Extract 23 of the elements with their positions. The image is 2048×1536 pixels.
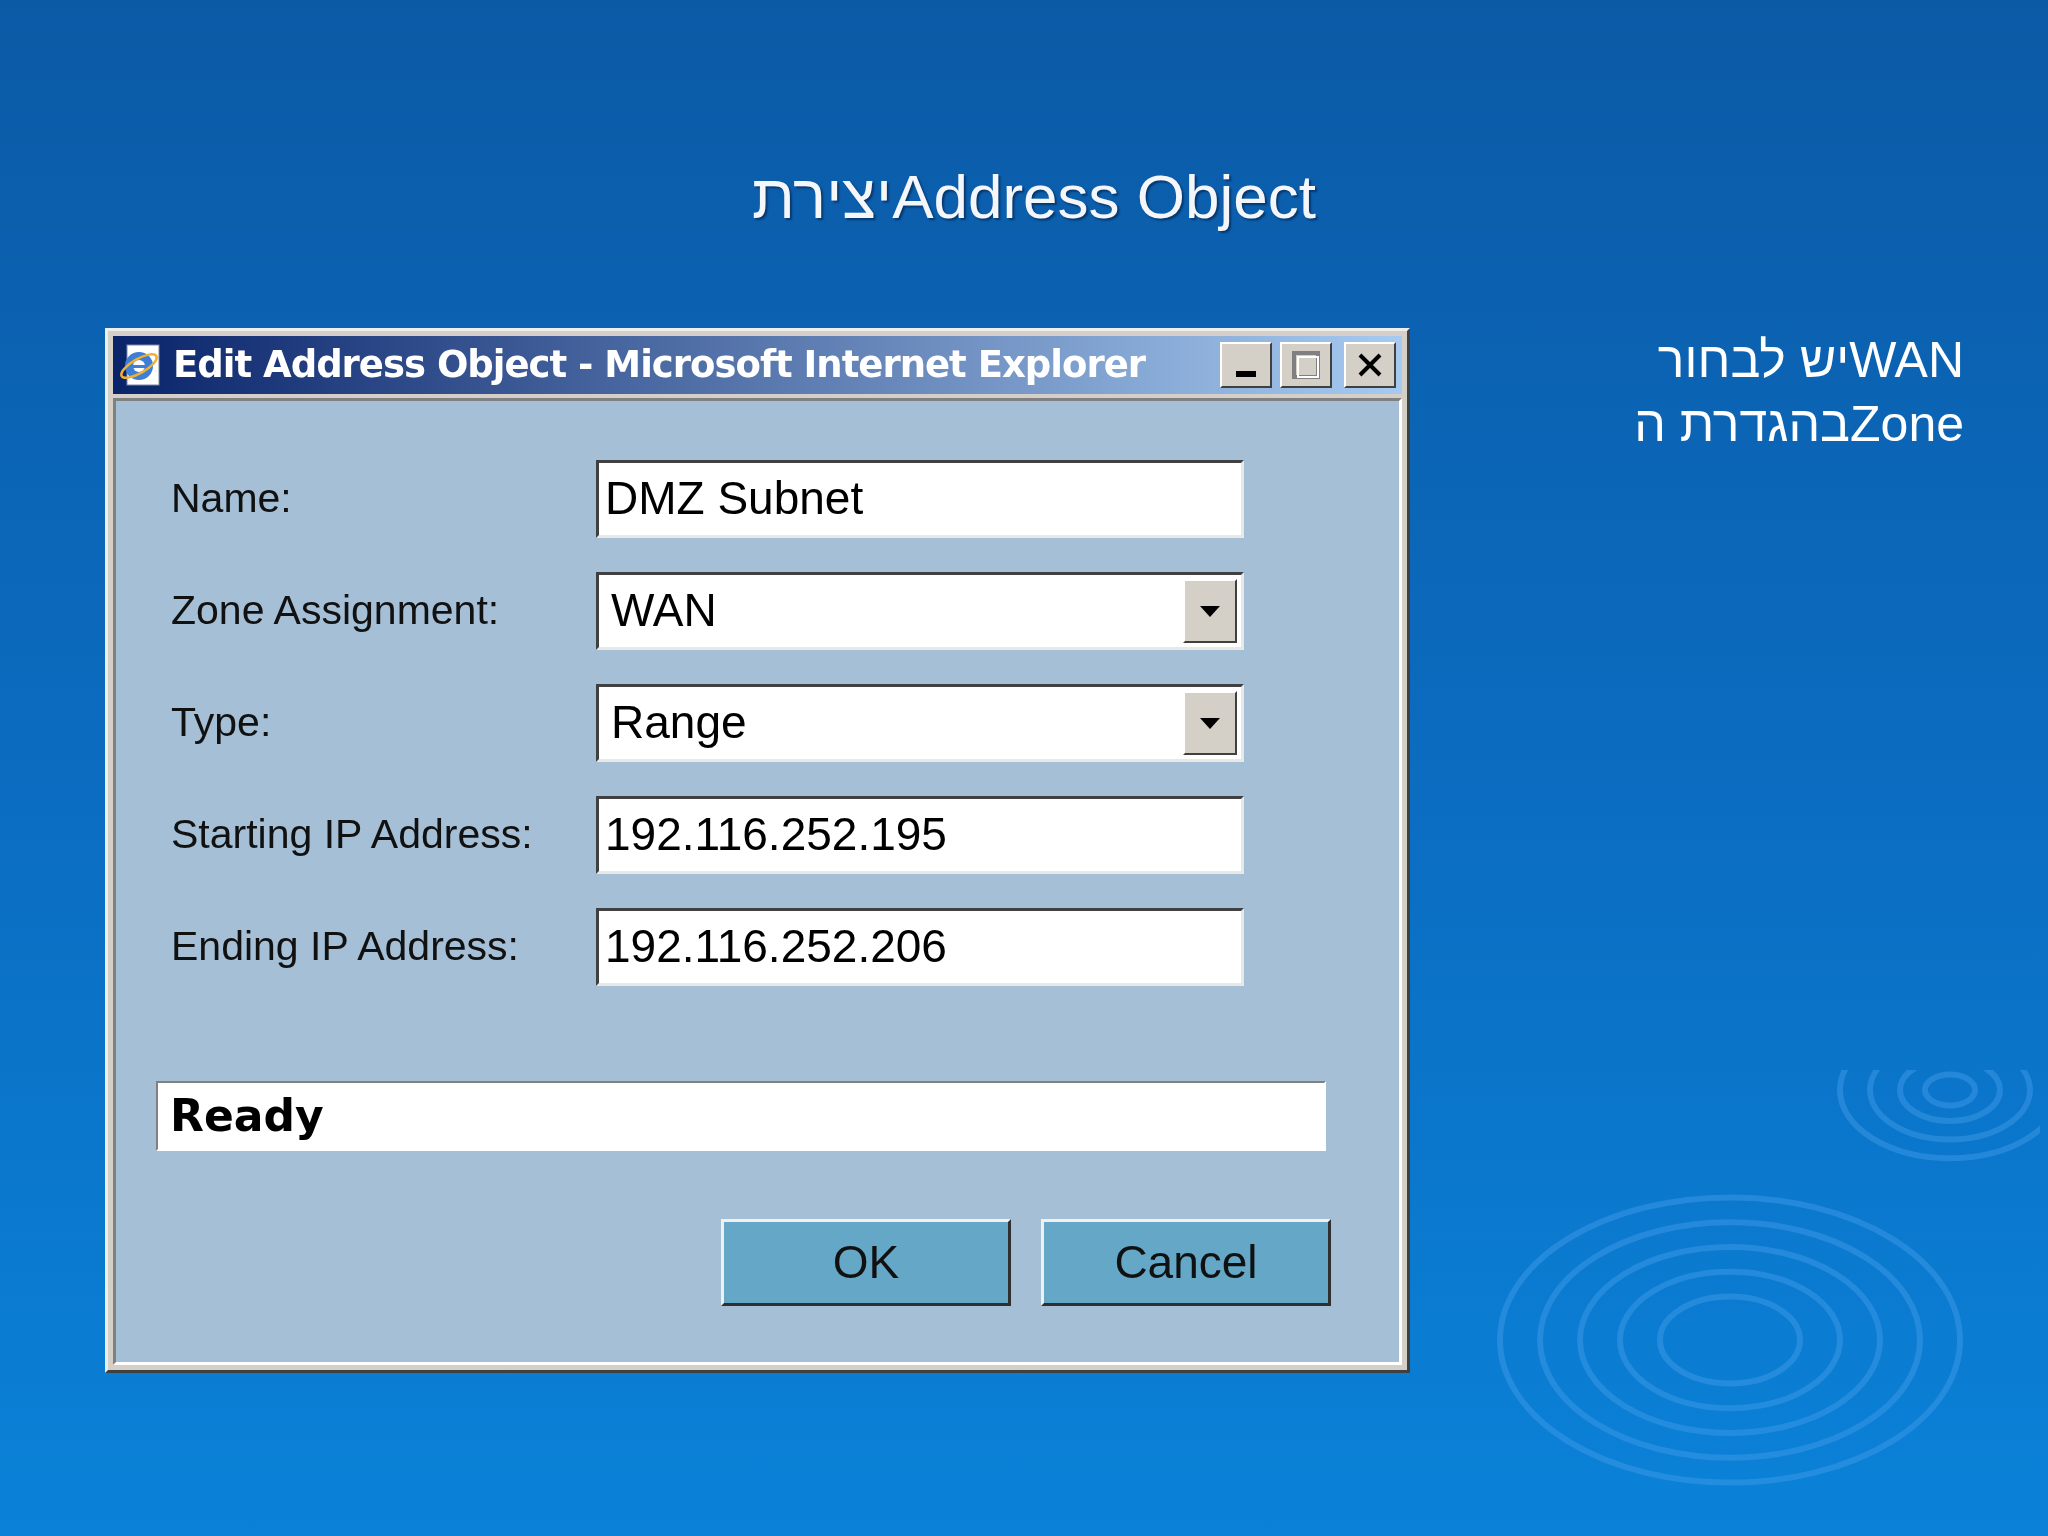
status-bar: Ready [156,1081,1326,1151]
dropdown-field[interactable]: Range [596,683,1244,762]
slide-title: יצירתAddress Object [752,161,1316,233]
window-title: Edit Address Object - Microsoft Internet Explorer [173,342,1147,389]
field-label: Type: [171,697,273,747]
input-field[interactable]: 192.116.252.195 [596,795,1244,874]
input-field[interactable]: DMZ Subnet [596,459,1244,538]
maximize-button[interactable] [1280,342,1332,388]
note-text: יש לבחורWAN [1657,331,1964,390]
dialog-button[interactable]: OK [721,1219,1011,1306]
field-label: Name: [171,473,293,523]
field-label: Starting IP Address: [171,809,534,859]
dropdown-field[interactable]: WAN [596,571,1244,650]
dialog-button[interactable]: Cancel [1041,1219,1331,1306]
minimize-button[interactable] [1220,342,1272,388]
field-label: Zone Assignment: [171,585,501,635]
close-icon [1356,351,1384,379]
maximize-icon [1291,350,1321,380]
minimize-icon [1236,371,1256,377]
close-button[interactable] [1344,342,1396,388]
note-text: בהגדרת הZone [1634,395,1964,454]
input-field[interactable]: 192.116.252.206 [596,907,1244,986]
field-label: Ending IP Address: [171,921,520,971]
